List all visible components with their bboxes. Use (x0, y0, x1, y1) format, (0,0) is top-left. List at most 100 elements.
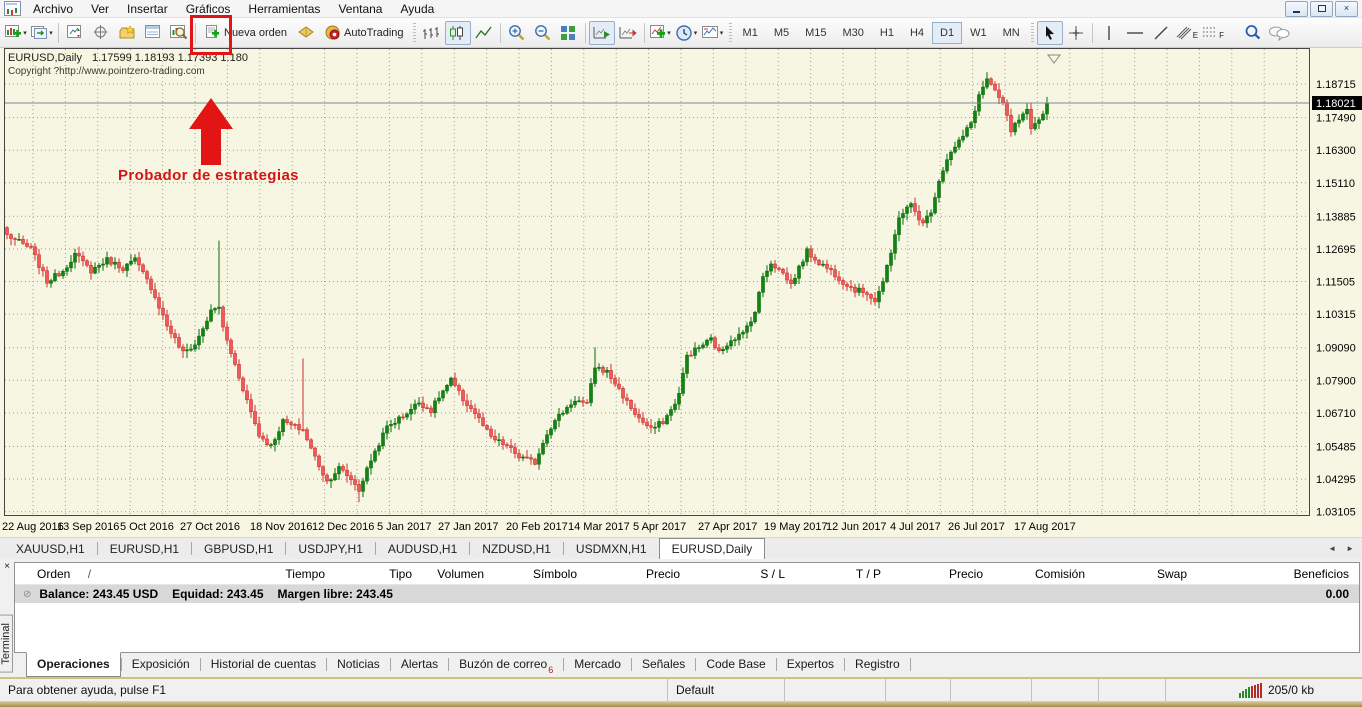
timeframe-d1[interactable]: D1 (932, 22, 962, 44)
chart-tab-usdjpy-h1[interactable]: USDJPY,H1 (286, 538, 374, 559)
column-header-tipo[interactable]: Tipo (331, 567, 418, 581)
orders-empty-area (15, 603, 1359, 652)
new-order-button[interactable]: Nueva orden (199, 21, 293, 45)
chart-tab-nzdusd-h1[interactable]: NZDUSD,H1 (470, 538, 563, 559)
tile-windows-button[interactable] (556, 21, 582, 45)
terminal-close-button[interactable]: × (1, 561, 13, 573)
strategy-tester-button[interactable] (166, 21, 192, 45)
fibo-letter: F (1219, 31, 1224, 40)
svg-text:1.12695: 1.12695 (1316, 244, 1356, 256)
menu-insertar[interactable]: Insertar (118, 1, 177, 17)
equidistant-channel-button[interactable]: E (1174, 21, 1200, 45)
menu-herramientas[interactable]: Herramientas (239, 1, 329, 17)
terminal-tab-mercado[interactable]: Mercado (564, 653, 631, 677)
new-chart-button[interactable]: ▾ (3, 21, 29, 45)
chart-tab-eurusd-daily[interactable]: EURUSD,Daily (659, 538, 766, 559)
profiles-icon (31, 25, 48, 40)
chart-tab-eurusd-h1[interactable]: EURUSD,H1 (98, 538, 191, 559)
terminal-side-tab[interactable]: Terminal (0, 615, 13, 673)
bar-chart-button[interactable] (419, 21, 445, 45)
svg-text:1.05485: 1.05485 (1316, 442, 1356, 454)
timeframe-m15[interactable]: M15 (797, 22, 834, 44)
market-watch-button[interactable] (62, 21, 88, 45)
close-button[interactable]: × (1335, 1, 1358, 17)
menu-ayuda[interactable]: Ayuda (391, 1, 443, 17)
menu-ventana[interactable]: Ventana (329, 1, 391, 17)
chart-tab-xauusd-h1[interactable]: XAUUSD,H1 (4, 538, 97, 559)
fibonacci-button[interactable]: F (1200, 21, 1226, 45)
menu-graficos[interactable]: Gráficos (177, 1, 240, 17)
chart-tab-audusd-h1[interactable]: AUDUSD,H1 (376, 538, 469, 559)
timeframe-m30[interactable]: M30 (835, 22, 872, 44)
column-header-precio[interactable]: Precio (887, 567, 989, 581)
menu-archivo[interactable]: Archivo (24, 1, 82, 17)
autotrading-button[interactable]: AutoTrading (319, 21, 410, 45)
chart-tab-usdmxn-h1[interactable]: USDMXN,H1 (564, 538, 659, 559)
timeframe-m5[interactable]: M5 (766, 22, 797, 44)
terminal-tab-operaciones[interactable]: Operaciones (26, 652, 121, 677)
zoom-out-button[interactable] (530, 21, 556, 45)
column-header-precio[interactable]: Precio (583, 567, 686, 581)
templates-button[interactable]: ▾ (700, 21, 726, 45)
zoom-in-button[interactable] (504, 21, 530, 45)
terminal-tab-historial-de-cuentas[interactable]: Historial de cuentas (201, 653, 326, 677)
minimize-button[interactable] (1285, 1, 1308, 17)
scroll-left-arrow[interactable]: ◄ (1328, 544, 1336, 553)
terminal-tab-senales[interactable]: Señales (632, 653, 695, 677)
navigator-button[interactable] (114, 21, 140, 45)
new-chart-icon (5, 25, 22, 40)
status-empty-segment (1032, 679, 1099, 701)
data-window-button[interactable] (88, 21, 114, 45)
trendline-button[interactable] (1148, 21, 1174, 45)
restore-button[interactable] (1310, 1, 1333, 17)
terminal-tab-alertas[interactable]: Alertas (391, 653, 448, 677)
chart-shift-button[interactable] (615, 21, 641, 45)
chart-canvas[interactable]: 1.187151.174901.163001.151101.138851.126… (0, 48, 1362, 537)
terminal-tab-expertos[interactable]: Expertos (777, 653, 844, 677)
column-header-orden[interactable]: Orden / (15, 567, 185, 581)
profit-value: 0.00 (1326, 587, 1359, 601)
column-header-comision[interactable]: Comisión (989, 567, 1091, 581)
cursor-button[interactable] (1037, 21, 1063, 45)
timeframe-m1[interactable]: M1 (735, 22, 766, 44)
horizontal-line-button[interactable] (1122, 21, 1148, 45)
market-watch-icon (67, 25, 83, 40)
metaeditor-button[interactable] (293, 21, 319, 45)
indicators-button[interactable]: ▾ (648, 21, 674, 45)
comments-button[interactable] (1266, 21, 1292, 45)
column-header-simbolo[interactable]: Símbolo (490, 567, 583, 581)
terminal-button[interactable] (140, 21, 166, 45)
timeframe-w1[interactable]: W1 (962, 22, 995, 44)
column-header-tiempo[interactable]: Tiempo (185, 567, 331, 581)
connection-traffic: 205/0 kb (1268, 683, 1314, 697)
menu-ver[interactable]: Ver (82, 1, 118, 17)
column-header-t-p[interactable]: T / P (791, 567, 887, 581)
timeframe-h1[interactable]: H1 (872, 22, 902, 44)
column-header-volumen[interactable]: Volumen (418, 567, 490, 581)
terminal-tab-registro[interactable]: Registro (845, 653, 910, 677)
crosshair-button[interactable] (1063, 21, 1089, 45)
scroll-right-arrow[interactable]: ► (1346, 544, 1354, 553)
chart-tab-gbpusd-h1[interactable]: GBPUSD,H1 (192, 538, 285, 559)
svg-text:1.03105: 1.03105 (1316, 507, 1356, 519)
column-header-s-l[interactable]: S / L (686, 567, 791, 581)
vertical-line-button[interactable] (1096, 21, 1122, 45)
terminal-tab-code-base[interactable]: Code Base (696, 653, 775, 677)
candlestick-chart-button[interactable] (445, 21, 471, 45)
magnifier-button[interactable] (1240, 21, 1266, 45)
line-chart-button[interactable] (471, 21, 497, 45)
column-header-beneficios[interactable]: Beneficios (1193, 567, 1359, 581)
terminal-tab-buzon-de-correo[interactable]: Buzón de correo6 (449, 653, 563, 677)
status-profile[interactable]: Default (668, 679, 785, 701)
periods-button[interactable]: ▾ (674, 21, 700, 45)
terminal-tab-noticias[interactable]: Noticias (327, 653, 390, 677)
dropdown-arrow-icon: ▾ (23, 29, 27, 37)
profiles-button[interactable]: ▾ (29, 21, 55, 45)
column-header-swap[interactable]: Swap (1091, 567, 1193, 581)
app-icon[interactable] (4, 1, 21, 16)
timeframe-mn[interactable]: MN (995, 22, 1028, 44)
terminal-tab-exposicion[interactable]: Exposición (122, 653, 200, 677)
svg-text:1.16300: 1.16300 (1316, 145, 1356, 157)
timeframe-h4[interactable]: H4 (902, 22, 932, 44)
auto-scroll-button[interactable] (589, 21, 615, 45)
